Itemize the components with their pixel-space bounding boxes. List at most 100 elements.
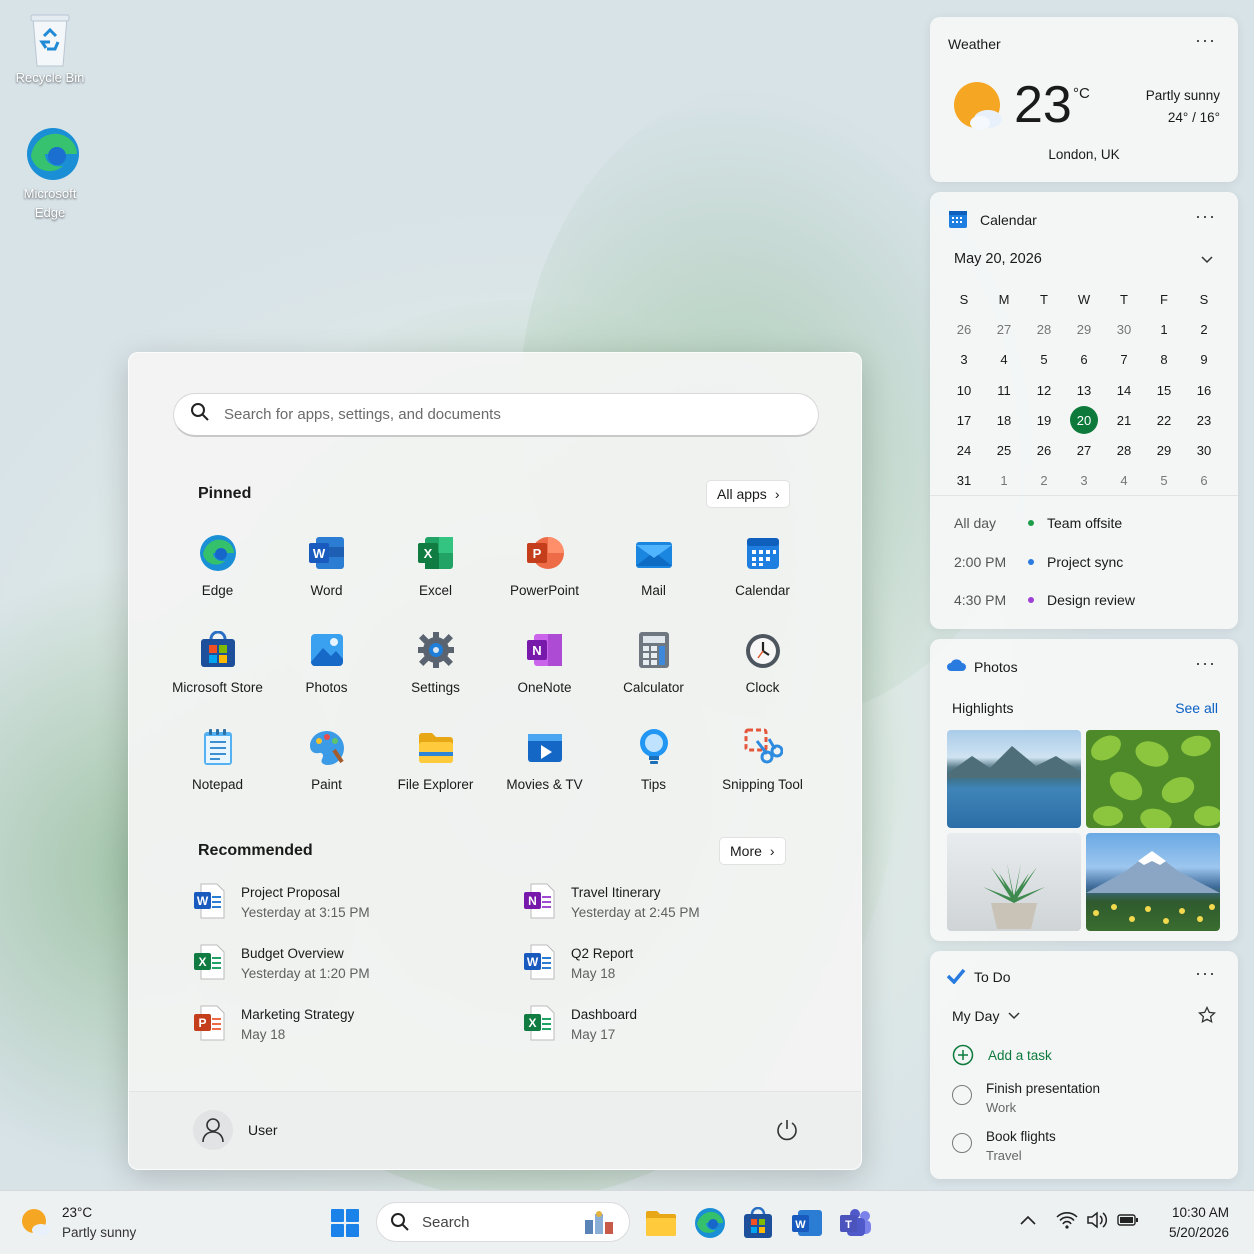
pinned-app-microsoft-store[interactable]: Microsoft Store xyxy=(163,620,272,717)
more-options-icon[interactable]: ··· xyxy=(1195,653,1216,674)
photo-thumbnail-succulent[interactable] xyxy=(947,833,1081,931)
calendar-day[interactable]: 3 xyxy=(944,345,984,375)
taskbar-teams[interactable]: T xyxy=(838,1205,874,1241)
desktop-icon-edge[interactable]: Microsoft Edge xyxy=(10,126,90,222)
calendar-day[interactable]: 1 xyxy=(984,466,1024,496)
calendar-day[interactable]: 26 xyxy=(1024,435,1064,465)
calendar-day[interactable]: 24 xyxy=(944,435,984,465)
calendar-day[interactable]: 22 xyxy=(1144,405,1184,435)
taskbar-search[interactable]: Search xyxy=(376,1202,630,1242)
calendar-day[interactable]: 9 xyxy=(1184,345,1224,375)
taskbar-clock[interactable]: 10:30 AM 5/20/2026 xyxy=(1169,1203,1229,1243)
pinned-app-edge[interactable]: Edge xyxy=(163,523,272,620)
taskbar-weather[interactable]: 23°C Partly sunny xyxy=(20,1203,136,1243)
todo-task-item[interactable]: Book flights Travel xyxy=(952,1127,1056,1165)
calendar-event[interactable]: 2:00 PM Project sync xyxy=(954,554,1123,570)
calendar-day[interactable]: 2 xyxy=(1024,466,1064,496)
pinned-app-movies-tv[interactable]: Movies & TV xyxy=(490,717,599,814)
more-options-icon[interactable]: ··· xyxy=(1195,30,1216,51)
add-task-button[interactable]: Add a task xyxy=(952,1044,1052,1066)
photo-thumbnail-lake[interactable] xyxy=(947,730,1081,828)
recommended-item[interactable]: X Dashboard May 17 xyxy=(523,1005,813,1066)
pinned-app-paint[interactable]: Paint xyxy=(272,717,381,814)
calendar-day[interactable]: 10 xyxy=(944,375,984,405)
taskbar-microsoft-store[interactable] xyxy=(740,1205,776,1241)
power-button[interactable] xyxy=(775,1118,801,1144)
start-button[interactable] xyxy=(327,1205,363,1241)
star-icon[interactable] xyxy=(1198,1005,1216,1029)
pinned-app-powerpoint[interactable]: P PowerPoint xyxy=(490,523,599,620)
chevron-down-icon[interactable] xyxy=(1200,252,1214,270)
pinned-app-clock[interactable]: Clock xyxy=(708,620,817,717)
calendar-event[interactable]: All day Team offsite xyxy=(954,515,1122,531)
see-all-link[interactable]: See all xyxy=(1175,700,1218,716)
calendar-day-today[interactable]: 20 xyxy=(1064,405,1104,435)
photo-thumbnail-mountain-flowers[interactable] xyxy=(1086,833,1220,931)
desktop-icon-recycle-bin[interactable]: Recycle Bin xyxy=(10,10,90,87)
taskbar-word[interactable]: W xyxy=(789,1205,825,1241)
calendar-day[interactable]: 19 xyxy=(1024,405,1064,435)
calendar-day[interactable]: 5 xyxy=(1024,345,1064,375)
recommended-item[interactable]: W Project Proposal Yesterday at 3:15 PM xyxy=(193,883,523,944)
calendar-day[interactable]: 18 xyxy=(984,405,1024,435)
pinned-app-onenote[interactable]: N OneNote xyxy=(490,620,599,717)
calendar-day[interactable]: 28 xyxy=(1024,314,1064,344)
calendar-day[interactable]: 6 xyxy=(1184,466,1224,496)
calendar-event[interactable]: 4:30 PM Design review xyxy=(954,592,1135,608)
pinned-app-tips[interactable]: Tips xyxy=(599,717,708,814)
calendar-day[interactable]: 30 xyxy=(1104,314,1144,344)
volume-icon[interactable] xyxy=(1086,1211,1108,1234)
pinned-app-photos[interactable]: Photos xyxy=(272,620,381,717)
user-account-button[interactable]: User xyxy=(193,1110,278,1150)
calendar-day[interactable]: 27 xyxy=(1064,435,1104,465)
calendar-day[interactable]: 29 xyxy=(1064,314,1104,344)
recommended-item[interactable]: X Budget Overview Yesterday at 1:20 PM xyxy=(193,944,523,1005)
battery-icon[interactable] xyxy=(1117,1213,1139,1232)
calendar-day[interactable]: 27 xyxy=(984,314,1024,344)
calendar-day[interactable]: 28 xyxy=(1104,435,1144,465)
calendar-day[interactable]: 3 xyxy=(1064,466,1104,496)
pinned-app-settings[interactable]: Settings xyxy=(381,620,490,717)
all-apps-button[interactable]: All apps › xyxy=(706,480,791,508)
wifi-icon[interactable] xyxy=(1056,1211,1078,1234)
calendar-day[interactable]: 21 xyxy=(1104,405,1144,435)
task-checkbox[interactable] xyxy=(952,1085,972,1105)
taskbar-file-explorer[interactable] xyxy=(643,1205,679,1241)
calendar-day[interactable]: 23 xyxy=(1184,405,1224,435)
task-checkbox[interactable] xyxy=(952,1133,972,1153)
calendar-day[interactable]: 11 xyxy=(984,375,1024,405)
calendar-day[interactable]: 17 xyxy=(944,405,984,435)
calendar-day[interactable]: 14 xyxy=(1104,375,1144,405)
calendar-day[interactable]: 25 xyxy=(984,435,1024,465)
more-options-icon[interactable]: ··· xyxy=(1195,206,1216,227)
calendar-day[interactable]: 26 xyxy=(944,314,984,344)
calendar-day[interactable]: 29 xyxy=(1144,435,1184,465)
pinned-app-calculator[interactable]: Calculator xyxy=(599,620,708,717)
calendar-day[interactable]: 5 xyxy=(1144,466,1184,496)
calendar-day[interactable]: 7 xyxy=(1104,345,1144,375)
pinned-app-excel[interactable]: X Excel xyxy=(381,523,490,620)
photo-thumbnail-leaves[interactable] xyxy=(1086,730,1220,828)
calendar-day[interactable]: 15 xyxy=(1144,375,1184,405)
calendar-day[interactable]: 30 xyxy=(1184,435,1224,465)
recommended-item[interactable]: P Marketing Strategy May 18 xyxy=(193,1005,523,1066)
pinned-app-notepad[interactable]: Notepad xyxy=(163,717,272,814)
show-hidden-icons-button[interactable] xyxy=(1018,1213,1038,1232)
pinned-app-snipping-tool[interactable]: Snipping Tool xyxy=(708,717,817,814)
calendar-day[interactable]: 6 xyxy=(1064,345,1104,375)
more-options-icon[interactable]: ··· xyxy=(1195,963,1216,984)
pinned-app-word[interactable]: W Word xyxy=(272,523,381,620)
calendar-day[interactable]: 4 xyxy=(1104,466,1144,496)
weather-widget[interactable]: Weather ··· 23 °C Partly sunny 24° / 16°… xyxy=(930,17,1238,182)
calendar-day[interactable]: 31 xyxy=(944,466,984,496)
todo-task-item[interactable]: Finish presentation Work xyxy=(952,1079,1100,1117)
calendar-day[interactable]: 1 xyxy=(1144,314,1184,344)
pinned-app-mail[interactable]: Mail xyxy=(599,523,708,620)
recommended-item[interactable]: W Q2 Report May 18 xyxy=(523,944,813,1005)
start-search-input[interactable] xyxy=(224,406,784,423)
pinned-app-calendar[interactable]: Calendar xyxy=(708,523,817,620)
more-button[interactable]: More › xyxy=(719,837,786,865)
pinned-app-file-explorer[interactable]: File Explorer xyxy=(381,717,490,814)
calendar-day[interactable]: 2 xyxy=(1184,314,1224,344)
taskbar-edge[interactable] xyxy=(692,1205,728,1241)
